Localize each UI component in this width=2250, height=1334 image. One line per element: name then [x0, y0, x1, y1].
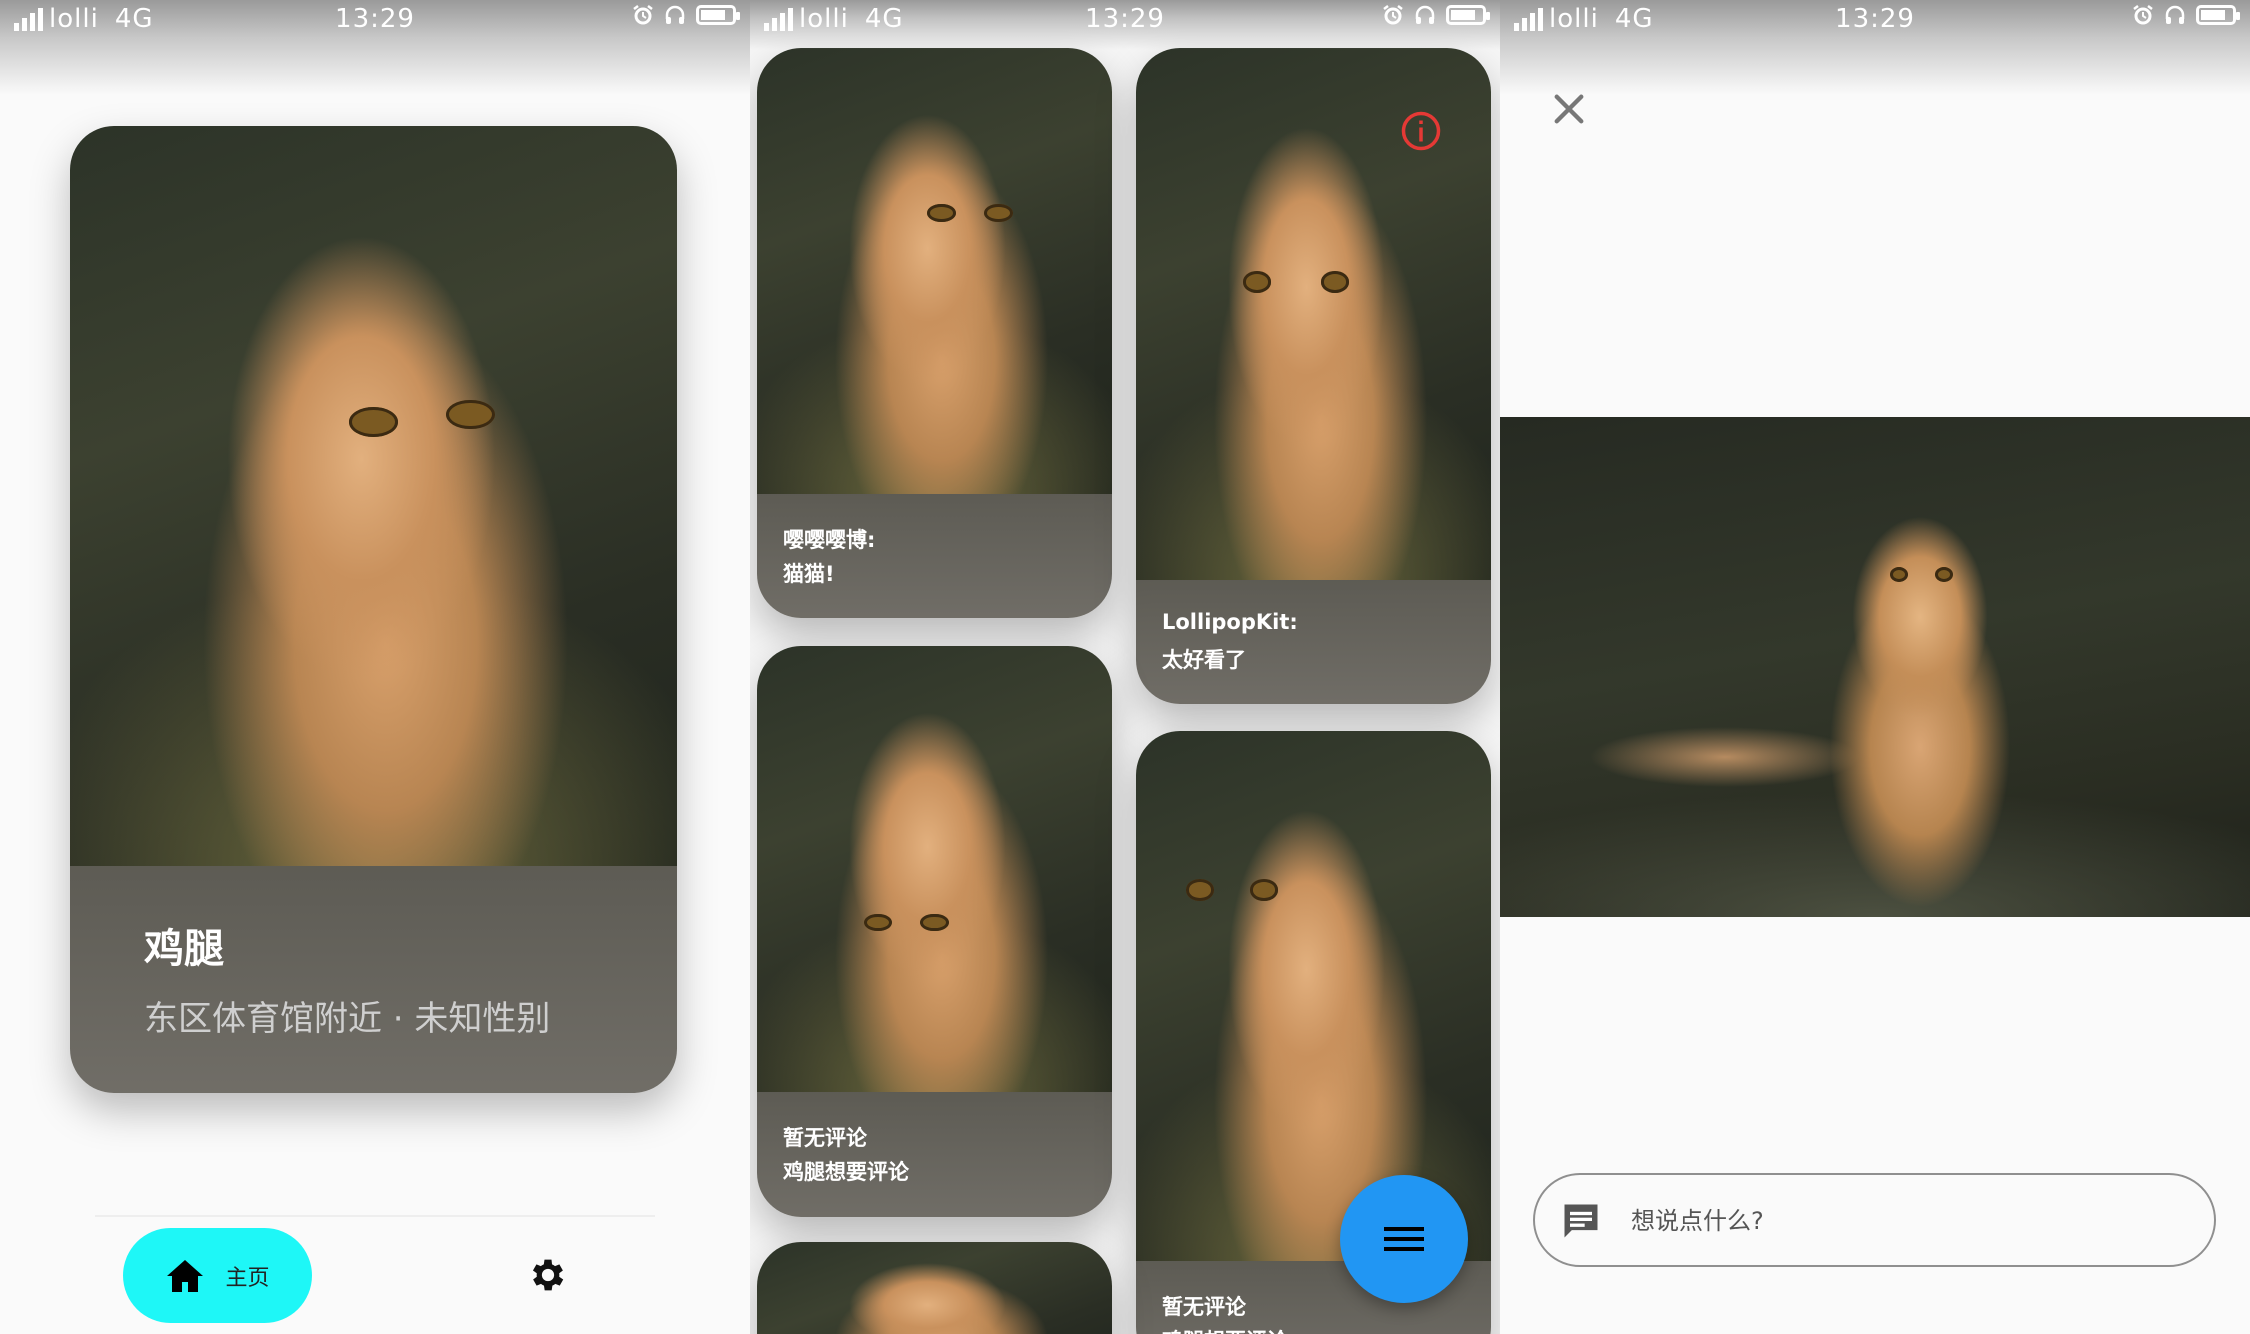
bottom-nav-divider [95, 1215, 655, 1217]
battery-icon [2196, 5, 2240, 25]
feed-card-caption: LollipopKit: 太好看了 [1136, 580, 1491, 704]
home-screen: lolli 4G 13:29 鸡腿 东区体育馆附近 · 未知性别 主页 [0, 0, 750, 1334]
status-bar: lolli 4G 13:29 [1500, 0, 2250, 95]
menu-fab-button[interactable] [1340, 1175, 1468, 1303]
headphones-icon [2165, 5, 2185, 24]
feed-card-caption: 嘤嘤嘤博: 猫猫! [757, 494, 1112, 618]
battery-icon [1446, 5, 1490, 25]
comment-text: 猫猫! [783, 562, 835, 586]
feed-card[interactable]: 暂无评论 鸡腿想要评论 [757, 646, 1112, 1217]
cat-name: 鸡腿 [144, 926, 224, 972]
nav-home-button[interactable]: 主页 [123, 1228, 312, 1323]
alarm-icon [1383, 5, 1403, 25]
comment-text: 鸡腿想要评论 [783, 1160, 909, 1184]
status-bar: lolli 4G 13:29 [0, 0, 750, 95]
battery-icon [696, 5, 740, 25]
headphones-icon [665, 5, 685, 24]
alarm-icon [2133, 5, 2153, 25]
comment-author: 暂无评论 [1162, 1295, 1246, 1319]
feed-card[interactable]: 嘤嘤嘤博: 猫猫! [757, 48, 1112, 618]
feed-screen: 嘤嘤嘤博: 猫猫! LollipopKit: 太好看了 暂无评论 鸡腿想要评论 … [750, 0, 1500, 1334]
gear-icon[interactable] [527, 1254, 569, 1296]
cat-photo [70, 126, 677, 866]
status-bar: lolli 4G 13:29 [750, 0, 1500, 50]
home-icon [167, 1259, 204, 1292]
comment-author: 嘤嘤嘤博: [783, 528, 876, 552]
feed-card-caption: 暂无评论 鸡腿想要评论 [757, 1092, 1112, 1217]
comment-author: LollipopKit: [1162, 610, 1298, 634]
headphones-icon [1415, 5, 1435, 24]
comment-author: 暂无评论 [783, 1126, 867, 1150]
close-icon[interactable] [1548, 88, 1590, 130]
comment-icon [1564, 1204, 1598, 1238]
cat-photo [757, 48, 1112, 494]
info-icon[interactable] [1400, 110, 1442, 152]
cat-photo [1136, 731, 1491, 1261]
feed-card[interactable] [757, 1242, 1112, 1334]
cat-profile-card[interactable]: 鸡腿 东区体育馆附近 · 未知性别 [70, 126, 677, 1093]
nav-home-label: 主页 [225, 1265, 270, 1291]
cat-location-gender: 东区体育馆附近 · 未知性别 [144, 999, 551, 1039]
cat-photo-full[interactable] [1500, 417, 2250, 917]
comment-bar[interactable] [1533, 1173, 2216, 1267]
menu-icon [1384, 1227, 1424, 1251]
comment-input[interactable] [1629, 1195, 2193, 1247]
alarm-icon [633, 5, 653, 25]
detail-screen: lolli 4G 13:29 [1500, 0, 2250, 1334]
cat-photo [757, 1242, 1112, 1334]
card-caption: 鸡腿 东区体育馆附近 · 未知性别 [70, 866, 677, 1093]
cat-photo [757, 646, 1112, 1092]
comment-text: 鸡腿想要评论 [1162, 1325, 1288, 1334]
comment-text: 太好看了 [1162, 648, 1246, 672]
